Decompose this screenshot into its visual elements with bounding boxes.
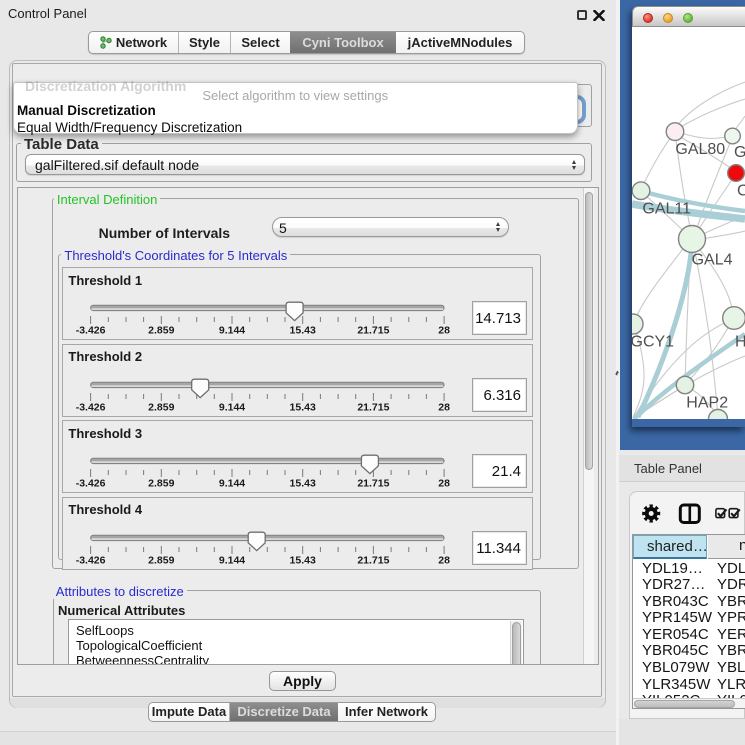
svg-text:15.43: 15.43 [290, 478, 316, 490]
svg-text:CR: CR [737, 183, 745, 200]
svg-text:9.144: 9.144 [219, 325, 245, 337]
svg-text:2.859: 2.859 [149, 325, 175, 337]
svg-text:21.715: 21.715 [358, 401, 390, 413]
svg-text:2.859: 2.859 [149, 554, 175, 566]
svg-text:9.144: 9.144 [219, 478, 245, 490]
svg-text:H: H [735, 334, 745, 351]
svg-text:GAL4: GAL4 [692, 252, 733, 269]
svg-text:-3.426: -3.426 [76, 478, 106, 490]
svg-text:9.144: 9.144 [219, 401, 245, 413]
svg-text:15.43: 15.43 [290, 554, 316, 566]
svg-text:28: 28 [439, 554, 451, 566]
svg-text:21.715: 21.715 [358, 554, 390, 566]
svg-text:21.715: 21.715 [358, 478, 390, 490]
svg-text:28: 28 [439, 325, 451, 337]
svg-text:15.43: 15.43 [290, 325, 316, 337]
svg-text:28: 28 [439, 478, 451, 490]
svg-text:2.859: 2.859 [149, 401, 175, 413]
svg-text:21.715: 21.715 [358, 325, 390, 337]
svg-text:2.859: 2.859 [149, 478, 175, 490]
svg-text:GAL11: GAL11 [642, 200, 691, 217]
svg-text:-3.426: -3.426 [76, 554, 106, 566]
svg-text:-3.426: -3.426 [76, 401, 106, 413]
svg-text:9.144: 9.144 [219, 554, 245, 566]
svg-text:HAP2: HAP2 [686, 395, 728, 412]
svg-text:28: 28 [439, 401, 451, 413]
svg-text:15.43: 15.43 [290, 401, 316, 413]
svg-text:GAL80: GAL80 [675, 141, 725, 158]
svg-text:-3.426: -3.426 [76, 325, 106, 337]
svg-text:GA: GA [734, 144, 745, 161]
svg-text:GCY1: GCY1 [632, 334, 674, 351]
